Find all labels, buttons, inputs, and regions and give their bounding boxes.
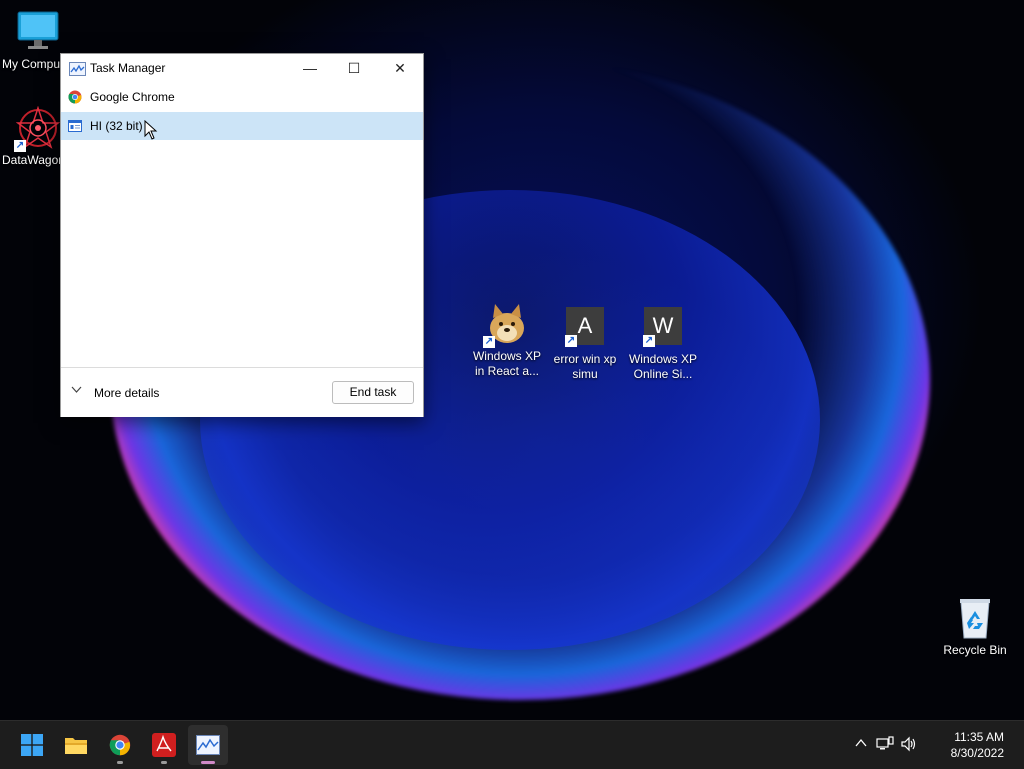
- desktop-icon-label: Windows XP in React a...: [472, 349, 542, 378]
- running-indicator: [161, 761, 167, 764]
- chrome-icon: [109, 734, 131, 759]
- taskbar-task-manager[interactable]: [188, 725, 228, 765]
- acrobat-icon: [152, 733, 176, 760]
- taskbar-file-explorer[interactable]: [56, 725, 96, 765]
- process-list: Google Chrome HI (32 bit): [61, 83, 423, 367]
- maximize-button[interactable]: ☐: [331, 54, 377, 83]
- desktop-icon-label: Recycle Bin: [943, 643, 1007, 657]
- clock-time[interactable]: 11:35 AM: [954, 730, 1004, 744]
- task-manager-footer: More details End task: [61, 367, 423, 417]
- chevron-down-icon: [71, 384, 82, 398]
- desktop-icon-recycle-bin[interactable]: Recycle Bin: [936, 596, 1014, 658]
- end-task-button[interactable]: End task: [332, 381, 414, 404]
- process-row-hi-32-bit[interactable]: HI (32 bit): [61, 112, 423, 140]
- clock-date[interactable]: 8/30/2022: [951, 746, 1004, 760]
- volume-icon[interactable]: [900, 736, 918, 756]
- desktop-icon-error-win-xp[interactable]: A ↗ error win xp simu: [546, 307, 624, 382]
- recycle-bin-icon: [953, 596, 997, 640]
- doge-icon: ↗: [483, 302, 529, 348]
- mouse-cursor-icon: [144, 119, 158, 143]
- start-button[interactable]: [12, 725, 52, 765]
- desktop-icon-label: Windows XP Online Si...: [628, 352, 698, 381]
- window-title: Task Manager: [90, 61, 166, 75]
- process-row-google-chrome[interactable]: Google Chrome: [61, 83, 423, 111]
- taskbar-acrobat[interactable]: [144, 725, 184, 765]
- system-tray: 11:35 AM 8/30/2022: [854, 721, 1024, 769]
- shortcut-arrow-icon: ↗: [643, 335, 655, 347]
- shortcut-arrow-icon: ↗: [565, 335, 577, 347]
- taskbar: 11:35 AM 8/30/2022: [0, 720, 1024, 769]
- shortcut-arrow-icon: ↗: [14, 140, 26, 152]
- desktop-icon-windows-xp-online[interactable]: W ↗ Windows XP Online Si...: [624, 307, 702, 382]
- monitor-icon: [16, 10, 60, 54]
- task-manager-icon: [69, 62, 86, 76]
- active-indicator: [201, 761, 215, 764]
- process-name: HI (32 bit): [90, 119, 143, 133]
- chrome-icon: [68, 90, 82, 104]
- app-window-icon: [68, 119, 82, 133]
- desktop-icon-label: error win xp simu: [553, 352, 617, 381]
- letter-a-icon: A ↗: [563, 307, 607, 347]
- desktop-icon-windows-xp-react[interactable]: ↗ Windows XP in React a...: [468, 302, 546, 379]
- folder-icon: [64, 735, 88, 758]
- network-icon[interactable]: [876, 736, 894, 756]
- more-details-label: More details: [94, 386, 160, 400]
- windows-start-icon: [21, 734, 43, 759]
- task-manager-icon: [196, 735, 220, 758]
- close-button[interactable]: ✕: [377, 54, 423, 83]
- letter-w-icon: W ↗: [641, 307, 685, 347]
- taskbar-chrome[interactable]: [100, 725, 140, 765]
- title-bar[interactable]: Task Manager — ☐ ✕: [61, 54, 423, 83]
- task-manager-window[interactable]: Task Manager — ☐ ✕ Google Chrome HI (32 …: [60, 53, 424, 417]
- running-indicator: [117, 761, 123, 764]
- process-name: Google Chrome: [90, 90, 175, 104]
- minimize-button[interactable]: —: [287, 54, 333, 83]
- datawagon-icon: ↗: [14, 105, 61, 152]
- shortcut-arrow-icon: ↗: [483, 336, 495, 348]
- chevron-up-icon[interactable]: [854, 736, 868, 754]
